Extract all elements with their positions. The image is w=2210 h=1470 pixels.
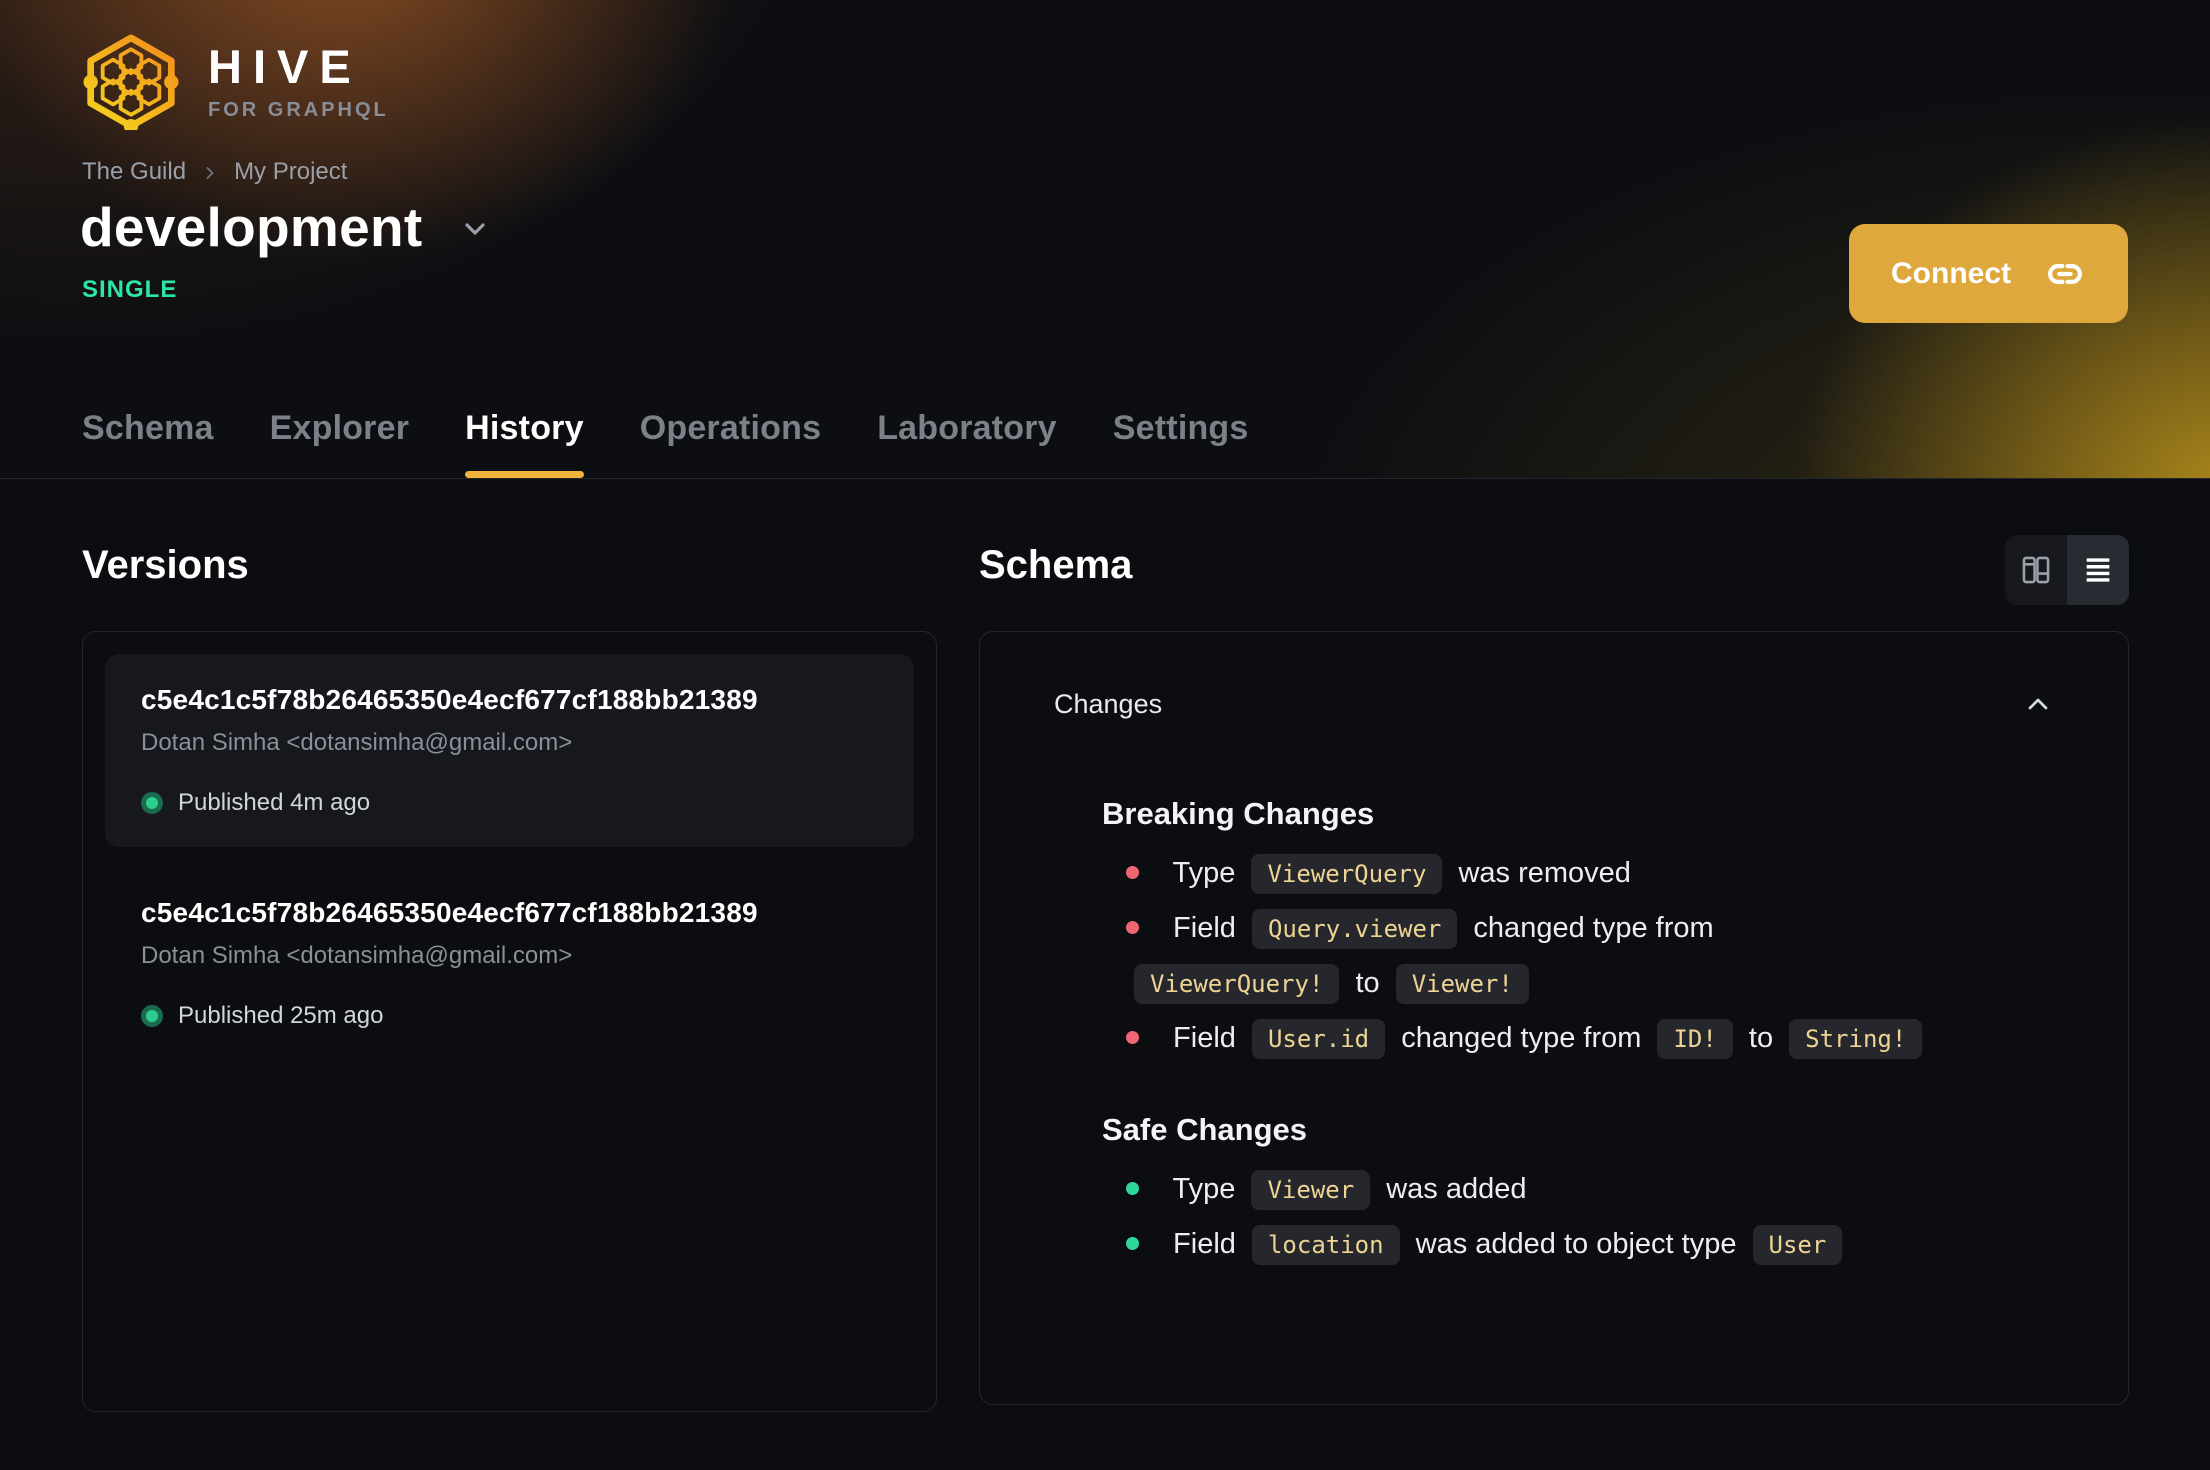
tab-bar: Schema Explorer History Operations Laborator… [82, 409, 1249, 478]
section-breaking-changes: Breaking Changes Type ViewerQuery was re… [1102, 796, 2054, 1066]
target-mode-badge: SINGLE [82, 276, 178, 303]
version-author: Dotan Simha <dotansimha@gmail.com> [141, 729, 573, 756]
link-icon [2044, 253, 2086, 295]
tab-laboratory[interactable]: Laboratory [877, 409, 1057, 478]
change-item: Field User.id changed type from ID! to S… [1102, 1011, 2054, 1066]
version-status: Published 4m ago [141, 789, 878, 817]
breadcrumb-project[interactable]: My Project [234, 158, 347, 186]
changes-collapse-header[interactable]: Changes [1054, 688, 2054, 720]
version-list-item[interactable]: c5e4c1c5f78b26465350e4ecf677cf188bb21389… [105, 867, 914, 1060]
version-list: c5e4c1c5f78b26465350e4ecf677cf188bb21389… [82, 631, 937, 1412]
logo-title: HIVE [208, 39, 362, 93]
page-title: development [80, 196, 423, 258]
tab-explorer[interactable]: Explorer [270, 409, 410, 478]
code-chip: String! [1789, 1019, 1923, 1059]
hive-hexagon-logo-icon [80, 34, 182, 130]
target-selector[interactable]: development [80, 196, 491, 259]
logo-subtitle: FOR GRAPHQL [208, 98, 389, 121]
code-chip: User.id [1251, 1019, 1386, 1059]
chevron-down-icon [459, 205, 491, 250]
version-hash: c5e4c1c5f78b26465350e4ecf677cf188bb21389 [141, 897, 758, 928]
tab-history[interactable]: History [465, 409, 584, 478]
code-chip: ViewerQuery! [1134, 964, 1340, 1004]
section-title: Breaking Changes [1102, 796, 1375, 831]
schema-column: Schema Changes Breaking Changes Type Vie… [979, 535, 2129, 1412]
change-item: Field Query.viewer changed type from Vie… [1102, 901, 2054, 1011]
change-item: Type Viewer was added [1102, 1162, 2054, 1217]
safe-bullet-icon [1126, 1236, 1139, 1250]
code-chip: Query.viewer [1251, 909, 1458, 949]
version-author: Dotan Simha <dotansimha@gmail.com> [141, 942, 573, 969]
changes-card: Changes Breaking Changes Type ViewerQuer… [979, 631, 2129, 1405]
columns-view-button[interactable] [2005, 535, 2067, 605]
breadcrumb: The Guild My Project [82, 158, 347, 186]
tab-operations[interactable]: Operations [640, 409, 821, 478]
change-item: Field location was added to object type … [1102, 1217, 2054, 1272]
published-status-dot-icon [141, 792, 163, 814]
breaking-bullet-icon [1126, 865, 1139, 879]
code-chip: ID! [1657, 1019, 1733, 1059]
published-status-dot-icon [141, 1005, 163, 1027]
changes-label: Changes [1054, 688, 1163, 719]
code-chip: Viewer [1251, 1170, 1371, 1210]
changes-sections: Breaking Changes Type ViewerQuery was re… [1102, 796, 2054, 1272]
schema-heading: Schema [979, 543, 1133, 587]
code-chip: Viewer! [1395, 964, 1529, 1004]
connect-button[interactable]: Connect [1849, 224, 2128, 323]
connect-button-label: Connect [1891, 256, 2011, 290]
safe-bullet-icon [1126, 1181, 1139, 1195]
columns-view-icon [2019, 553, 2053, 587]
section-safe-changes: Safe Changes Type Viewer was added Field… [1102, 1112, 2054, 1272]
tab-schema[interactable]: Schema [82, 409, 214, 478]
versions-column: Versions c5e4c1c5f78b26465350e4ecf677cf1… [82, 543, 937, 1412]
versions-heading: Versions [82, 543, 249, 587]
version-status-text: Published 4m ago [178, 789, 371, 816]
version-status: Published 25m ago [141, 1002, 878, 1030]
code-chip: ViewerQuery [1251, 854, 1443, 894]
version-status-text: Published 25m ago [178, 1002, 384, 1029]
page-header: HIVE FOR GRAPHQL The Guild My Project de… [0, 0, 2210, 479]
change-list: Type Viewer was added Field location was… [1102, 1162, 2054, 1272]
chevron-up-icon [2022, 688, 2054, 720]
change-item: Type ViewerQuery was removed [1102, 846, 2054, 901]
list-view-icon [2081, 553, 2115, 587]
version-list-item[interactable]: c5e4c1c5f78b26465350e4ecf677cf188bb21389… [105, 654, 914, 847]
main-content: Versions c5e4c1c5f78b26465350e4ecf677cf1… [0, 479, 2210, 1412]
chevron-right-icon [200, 161, 220, 183]
change-list: Type ViewerQuery was removed Field Query… [1102, 846, 2054, 1066]
code-chip: User [1752, 1225, 1843, 1265]
breaking-bullet-icon [1126, 1030, 1139, 1044]
list-view-button[interactable] [2067, 535, 2129, 605]
tab-settings[interactable]: Settings [1113, 409, 1249, 478]
breaking-bullet-icon [1126, 920, 1139, 934]
version-hash: c5e4c1c5f78b26465350e4ecf677cf188bb21389 [141, 684, 758, 715]
section-title: Safe Changes [1102, 1112, 1308, 1147]
view-mode-toggle [2005, 535, 2129, 605]
code-chip: location [1251, 1225, 1400, 1265]
hive-logo[interactable]: HIVE FOR GRAPHQL [80, 34, 389, 130]
breadcrumb-org[interactable]: The Guild [82, 158, 186, 186]
